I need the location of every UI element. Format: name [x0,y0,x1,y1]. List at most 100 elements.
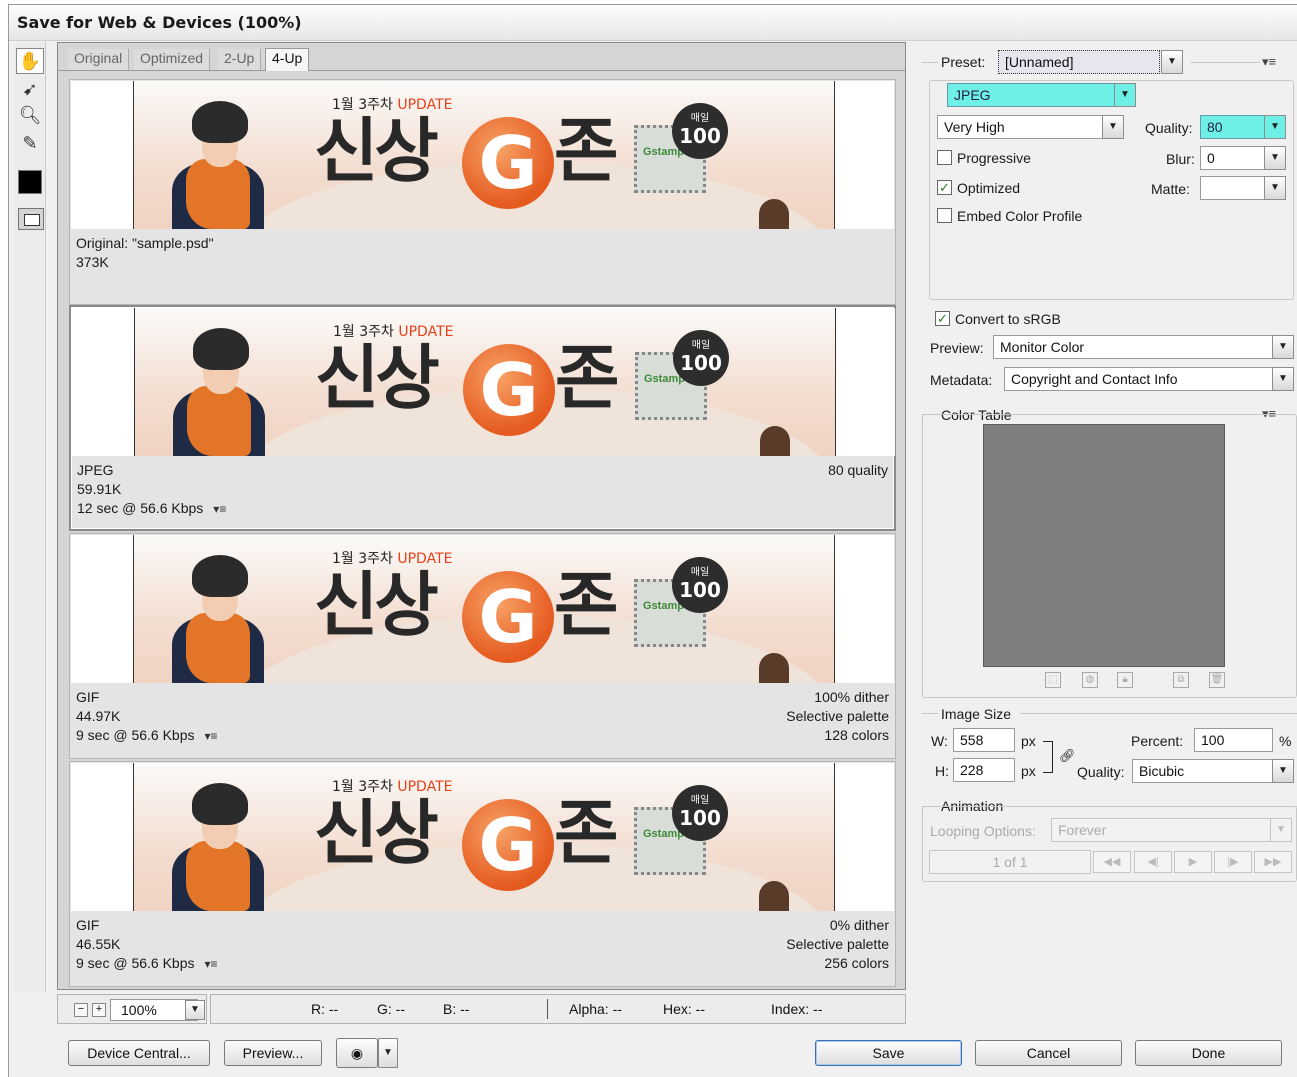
tab-2-up[interactable]: 2-Up [218,49,262,70]
looping-dropdown-arrow-icon[interactable]: ▼ [1270,818,1292,842]
resample-quality-label: Quality: [1077,764,1125,780]
quality-dropdown-arrow-icon[interactable]: ▼ [1264,115,1286,139]
banner-word-right: 존 [555,337,620,419]
readout-b: B: -- [443,1001,470,1017]
preview-button[interactable]: Preview... [224,1040,322,1066]
blur-field[interactable]: 0 [1200,146,1266,170]
width-label: W: [931,733,948,749]
format-dropdown-arrow-icon[interactable]: ▼ [1114,83,1136,107]
eyedropper-color-swatch[interactable] [18,170,42,194]
tab-optimized[interactable]: Optimized [134,49,211,70]
convert-srgb-label: Convert to sRGB [955,311,1061,327]
metadata-dropdown-arrow-icon[interactable]: ▼ [1272,367,1294,391]
banner-word-left: 신상 [314,564,439,646]
preset-label: Preset: [941,54,986,70]
banner-word-right: 존 [554,110,619,192]
width-field[interactable]: 558 [953,728,1015,752]
last-frame-icon[interactable]: ▶▶ [1254,851,1292,873]
preview-pane-original[interactable]: 1월 3주차 UPDATE 신상 G 존 Gstamp 매일 100 Origin… [69,79,896,305]
zoom-out-button[interactable]: − [74,1003,88,1017]
window-title: Save for Web & Devices (100%) [17,13,302,32]
readout-alpha: Alpha: -- [569,1001,622,1017]
resample-quality-dropdown-arrow-icon[interactable]: ▼ [1272,759,1294,783]
color-readout-bar: R: -- G: -- B: -- Alpha: -- Hex: -- Inde… [210,994,906,1024]
zoom-in-button[interactable]: + [92,1003,106,1017]
progressive-checkbox[interactable] [937,150,952,165]
trash-icon[interactable]: 🗑︎ [1209,672,1225,688]
next-frame-icon[interactable]: |▶ [1214,851,1252,873]
blur-dropdown-arrow-icon[interactable]: ▼ [1264,146,1286,170]
done-button[interactable]: Done [1135,1040,1282,1066]
height-field[interactable]: 228 [953,758,1015,782]
zoom-dropdown-arrow-icon[interactable]: ▼ [185,1000,205,1020]
browser-icon[interactable]: ◉ [336,1038,378,1068]
convert-srgb-checkbox[interactable]: ✓ [935,311,950,326]
banner-word-left: 신상 [315,337,440,419]
tab-4-up[interactable]: 4-Up [265,48,310,71]
preview-area: Original Optimized 2-Up 4-Up 1월 3주차 UPDA… [57,42,906,990]
banner-g-logo: G [462,799,554,891]
slice-select-tool-icon[interactable]: ➹ [16,76,44,102]
preview-image: 1월 3주차 UPDATE 신상 G 존 Gstamp 매일 100 [72,308,895,456]
eyedropper-tool-icon[interactable]: ✎ [16,130,44,156]
frame-counter: 1 of 1 [929,850,1091,874]
preview-pane-jpeg[interactable]: 1월 3주차 UPDATE 신상 G 존 Gstamp 매일 100 JPEG 5… [69,305,896,531]
quality-field[interactable]: 80 [1200,115,1266,139]
play-icon[interactable]: ▶ [1174,851,1212,873]
hand-tool-icon[interactable]: ✋ [16,48,44,74]
quality-preset-dropdown-arrow-icon[interactable]: ▼ [1102,115,1124,139]
title-bar: Save for Web & Devices (100%) [9,5,1297,41]
browser-dropdown-arrow-icon[interactable]: ▼ [378,1038,398,1068]
percent-field[interactable]: 100 [1194,728,1273,752]
optimized-checkbox[interactable]: ✓ [937,180,952,195]
resample-quality-select[interactable]: Bicubic [1132,759,1273,783]
readout-r: R: -- [311,1001,339,1017]
embed-color-profile-checkbox[interactable] [937,208,952,223]
lock-color-icon[interactable]: 🔒︎ [1117,672,1133,688]
pane-info-line: Original: "sample.psd" [76,235,214,251]
optimize-menu-icon[interactable]: ▾≡ [1262,54,1276,70]
download-rate-menu-icon[interactable]: ▾≡ [205,957,218,971]
banner-image: 1월 3주차 UPDATE 신상 G 존 Gstamp 매일 100 [133,81,835,229]
image-size-title: Image Size [941,706,1012,722]
download-rate-menu-icon[interactable]: ▾≡ [213,502,226,516]
matte-label: Matte: [1151,181,1190,197]
looping-options-select[interactable]: Forever [1051,818,1271,842]
zoom-tool-icon[interactable]: 🔍︎ [16,102,44,128]
preset-dropdown-arrow-icon[interactable]: ▼ [1161,50,1183,74]
save-button[interactable]: Save [815,1040,962,1066]
pane-info: JPEG 59.91K 12 sec @ 56.6 Kbps ▾≡ 80 qual… [77,461,888,519]
quality-preset-select[interactable]: Very High [937,115,1103,139]
tab-original[interactable]: Original [68,49,130,70]
web-shift-icon[interactable]: ◍ [1082,672,1098,688]
embed-color-profile-label: Embed Color Profile [957,208,1083,224]
matte-dropdown-arrow-icon[interactable]: ▼ [1264,176,1286,200]
pane-info-right: 128 colors [824,727,889,743]
preview-pane-gif-128[interactable]: 1월 3주차 UPDATE 신상 G 존 Gstamp 매일 100 GIF 44… [69,533,896,759]
metadata-select[interactable]: Copyright and Contact Info [1004,367,1273,391]
preview-mode-dropdown-arrow-icon[interactable]: ▼ [1272,335,1294,359]
chain-link-icon[interactable]: 🔗︎ [1059,748,1076,764]
cancel-button[interactable]: Cancel [975,1040,1122,1066]
preview-image: 1월 3주차 UPDATE 신상 G 존 Gstamp 매일 100 [71,535,894,683]
format-select[interactable]: JPEG [947,83,1115,107]
blur-label: Blur: [1166,151,1195,167]
toggle-slices-icon[interactable] [18,208,44,230]
matte-field[interactable] [1200,176,1266,200]
readout-divider [547,999,548,1019]
map-transparent-icon[interactable]: ⬚ [1045,672,1061,688]
pane-info: GIF 44.97K 9 sec @ 56.6 Kbps ▾≡ 100% dith… [76,688,889,746]
new-color-icon[interactable]: ⧉ [1173,672,1189,688]
preview-mode-select[interactable]: Monitor Color [993,335,1273,359]
previous-frame-icon[interactable]: ◀| [1134,851,1172,873]
divider [922,62,938,63]
first-frame-icon[interactable]: ◀◀ [1093,851,1131,873]
preview-pane-gif-256[interactable]: 1월 3주차 UPDATE 신상 G 존 Gstamp 매일 100 GIF 46… [69,761,896,987]
pane-info-line: 9 sec @ 56.6 Kbps [76,727,195,743]
download-rate-menu-icon[interactable]: ▾≡ [205,729,218,743]
preset-select[interactable]: [Unnamed] [998,50,1160,74]
device-central-button[interactable]: Device Central... [68,1040,210,1066]
pane-info-right: 0% dither [829,917,889,933]
pane-info-right: Selective palette [786,936,889,952]
constrain-bracket [1043,741,1053,773]
